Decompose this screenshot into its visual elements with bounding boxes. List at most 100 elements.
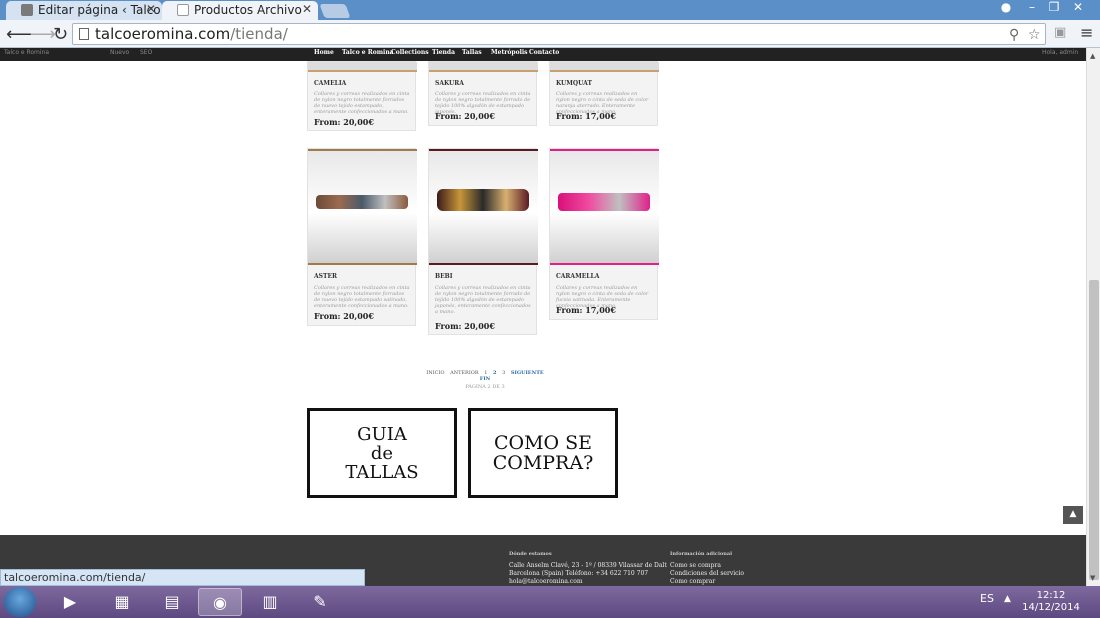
url-path: /tienda/ bbox=[230, 25, 288, 43]
scroll-to-top-button[interactable]: ▲ bbox=[1063, 506, 1083, 524]
clock-date: 14/12/2014 bbox=[1022, 602, 1080, 613]
pagination-last[interactable]: FIN bbox=[480, 376, 490, 382]
how-to-buy-button[interactable]: COMO SE COMPRA? bbox=[468, 408, 618, 498]
product-image[interactable] bbox=[429, 62, 538, 72]
url-host: talcoeromina.com bbox=[95, 25, 231, 43]
product-price: From: 17,00€ bbox=[556, 305, 616, 315]
product-name[interactable]: ASTER bbox=[314, 273, 337, 280]
office-app-icon[interactable]: ▦ bbox=[100, 588, 144, 616]
nav-item-talco-e-romina[interactable]: Talco e Romina bbox=[342, 49, 394, 56]
tab-editar-pagina[interactable]: Editar página ‹ Talco e Ro ✕ bbox=[6, 1, 162, 20]
product-image[interactable] bbox=[308, 149, 417, 265]
page-scrollbar[interactable]: ▲ ▼ bbox=[1086, 48, 1100, 586]
windows-taskbar: ▶ ▦ ▤ ◉ ▥ ✎ ES ▲ 12:12 14/12/2014 bbox=[0, 586, 1100, 618]
pagination-page-3[interactable]: 3 bbox=[502, 370, 505, 376]
product-image[interactable] bbox=[429, 149, 538, 265]
product-card-camelia[interactable]: CAMELIA Collares y correas realizados en… bbox=[307, 61, 417, 131]
browser-toolbar: ⟵ ⟶ ↻ talcoeromina.com/tienda/ ⚲ ☆ ▣ ≡ bbox=[0, 20, 1100, 48]
footer-link-como-se-compra[interactable]: Como se compra bbox=[670, 562, 721, 570]
scrollbar-thumb[interactable] bbox=[1089, 280, 1099, 580]
nav-item-home[interactable]: Home bbox=[314, 49, 334, 56]
nav-item-contacto[interactable]: Contacto bbox=[529, 49, 559, 56]
language-indicator[interactable]: ES bbox=[980, 592, 994, 605]
chrome-icon[interactable]: ◉ bbox=[198, 588, 242, 616]
pagination-first[interactable]: INICIO bbox=[426, 370, 444, 376]
admin-bar-new[interactable]: Nuevo bbox=[110, 49, 129, 56]
extension-icon[interactable]: ▣ bbox=[1054, 25, 1066, 40]
product-card-bebi[interactable]: BEBI Collares y correas realizados en ci… bbox=[428, 148, 538, 335]
product-card-kumquat[interactable]: KUMQUAT Collares y correas realizados en… bbox=[549, 61, 659, 126]
product-image[interactable] bbox=[550, 62, 659, 72]
close-icon[interactable]: ✕ bbox=[146, 2, 156, 16]
footer-info-heading: Información adicional bbox=[670, 551, 732, 557]
nav-item-collections[interactable]: Collections bbox=[391, 49, 429, 56]
size-guide-button[interactable]: GUIA de TALLAS bbox=[307, 408, 457, 498]
nav-item-tallas[interactable]: Tallas bbox=[462, 49, 482, 56]
product-description: Collares y correas realizados en cinta d… bbox=[314, 285, 410, 309]
nav-item-tienda[interactable]: Tienda bbox=[432, 49, 455, 56]
product-image[interactable] bbox=[308, 62, 417, 72]
browser-tab-bar: Editar página ‹ Talco e Ro ✕ Productos A… bbox=[0, 0, 1100, 20]
product-name[interactable]: KUMQUAT bbox=[556, 80, 592, 87]
product-name[interactable]: SAKURA bbox=[435, 80, 464, 87]
tab-title: Editar página ‹ Talco e Ro bbox=[38, 3, 162, 17]
pagination-next[interactable]: SIGUIENTE bbox=[511, 370, 544, 376]
scroll-up-arrow-icon[interactable]: ▲ bbox=[1090, 52, 1095, 60]
size-guide-line: de bbox=[370, 443, 394, 464]
document-app-icon[interactable]: ▥ bbox=[248, 588, 292, 616]
product-image[interactable] bbox=[550, 149, 659, 265]
start-button[interactable] bbox=[4, 587, 36, 617]
admin-bar-site[interactable]: Talco e Romina bbox=[4, 49, 49, 56]
file-explorer-icon[interactable]: ▤ bbox=[150, 588, 194, 616]
product-description: Collares y correas realizados en cinta d… bbox=[314, 91, 410, 115]
system-clock[interactable]: 12:12 14/12/2014 bbox=[1020, 590, 1082, 614]
media-player-icon[interactable]: ▶ bbox=[48, 588, 92, 616]
collar-image bbox=[437, 189, 529, 211]
how-to-buy-line: COMO SE bbox=[493, 432, 593, 454]
address-bar[interactable]: talcoeromina.com/tienda/ ⚲ ☆ bbox=[72, 23, 1046, 45]
product-card-caramella[interactable]: CARAMELLA Collares y correas realizados … bbox=[549, 148, 659, 320]
menu-icon[interactable]: ≡ bbox=[1080, 23, 1093, 42]
maximize-button[interactable]: ❐ bbox=[1046, 0, 1062, 16]
minimize-button[interactable]: – bbox=[1024, 0, 1040, 16]
page-icon bbox=[177, 4, 189, 16]
footer-address: Calle Anselm Clavé, 23 - 1º / 08339 Vila… bbox=[509, 562, 667, 569]
scroll-down-arrow-icon[interactable]: ▼ bbox=[1090, 574, 1095, 582]
search-icon[interactable]: ⚲ bbox=[1009, 27, 1019, 43]
tab-productos-archivo[interactable]: Productos Archivo ✕ bbox=[162, 1, 318, 20]
close-icon[interactable]: ✕ bbox=[302, 2, 312, 16]
site-navigation: Talco e Romina Nuevo SEO Home Talco e Ro… bbox=[0, 48, 1086, 61]
status-url-bubble: talcoeromina.com/tienda/ bbox=[0, 569, 365, 586]
reload-button[interactable]: ↻ bbox=[53, 24, 68, 45]
footer-link-como-comprar[interactable]: Como comprar bbox=[670, 578, 715, 586]
product-name[interactable]: BEBI bbox=[435, 273, 453, 280]
collar-image bbox=[316, 195, 408, 209]
admin-bar-seo[interactable]: SEO bbox=[140, 49, 152, 56]
product-name[interactable]: CARAMELLA bbox=[556, 273, 599, 280]
product-price: From: 17,00€ bbox=[556, 111, 616, 121]
product-name[interactable]: CAMELIA bbox=[314, 80, 346, 87]
back-button[interactable]: ⟵ bbox=[6, 24, 32, 45]
product-card-aster[interactable]: ASTER Collares y correas realizados en c… bbox=[307, 148, 417, 326]
pagination-page-2: 2 bbox=[493, 370, 497, 376]
forward-button[interactable]: ⟶ bbox=[30, 24, 56, 45]
footer-phone: Barcelona (Spain) Teléfono: +34 622 710 … bbox=[509, 570, 649, 577]
close-window-button[interactable]: ✕ bbox=[1070, 0, 1086, 16]
page-viewport: Talco e Romina Nuevo SEO Home Talco e Ro… bbox=[0, 48, 1086, 586]
product-price: From: 20,00€ bbox=[435, 111, 495, 121]
user-icon[interactable]: ● bbox=[998, 0, 1014, 16]
page-icon bbox=[79, 28, 89, 40]
show-hidden-icons-icon[interactable]: ▲ bbox=[1004, 594, 1011, 604]
pagination-previous[interactable]: ANTERIOR bbox=[450, 370, 479, 376]
footer-link-condiciones[interactable]: Condiciones del servicio bbox=[670, 570, 744, 578]
footer-email[interactable]: hola@talcoeromina.com bbox=[509, 578, 583, 586]
pagination: INICIO ANTERIOR 1 2 3 SIGUIENTE FIN PÁGI… bbox=[420, 370, 550, 390]
gimp-icon[interactable]: ✎ bbox=[298, 588, 342, 616]
bookmark-star-icon[interactable]: ☆ bbox=[1028, 27, 1041, 43]
product-card-sakura[interactable]: SAKURA Collares y correas realizados en … bbox=[428, 61, 538, 126]
product-price: From: 20,00€ bbox=[314, 117, 374, 127]
nav-item-metropolis[interactable]: Metrópolis bbox=[491, 49, 528, 56]
admin-bar-user[interactable]: Hola, admin bbox=[1042, 49, 1078, 56]
new-tab-button[interactable] bbox=[319, 4, 351, 18]
how-to-buy-line: COMPRA? bbox=[492, 452, 594, 474]
